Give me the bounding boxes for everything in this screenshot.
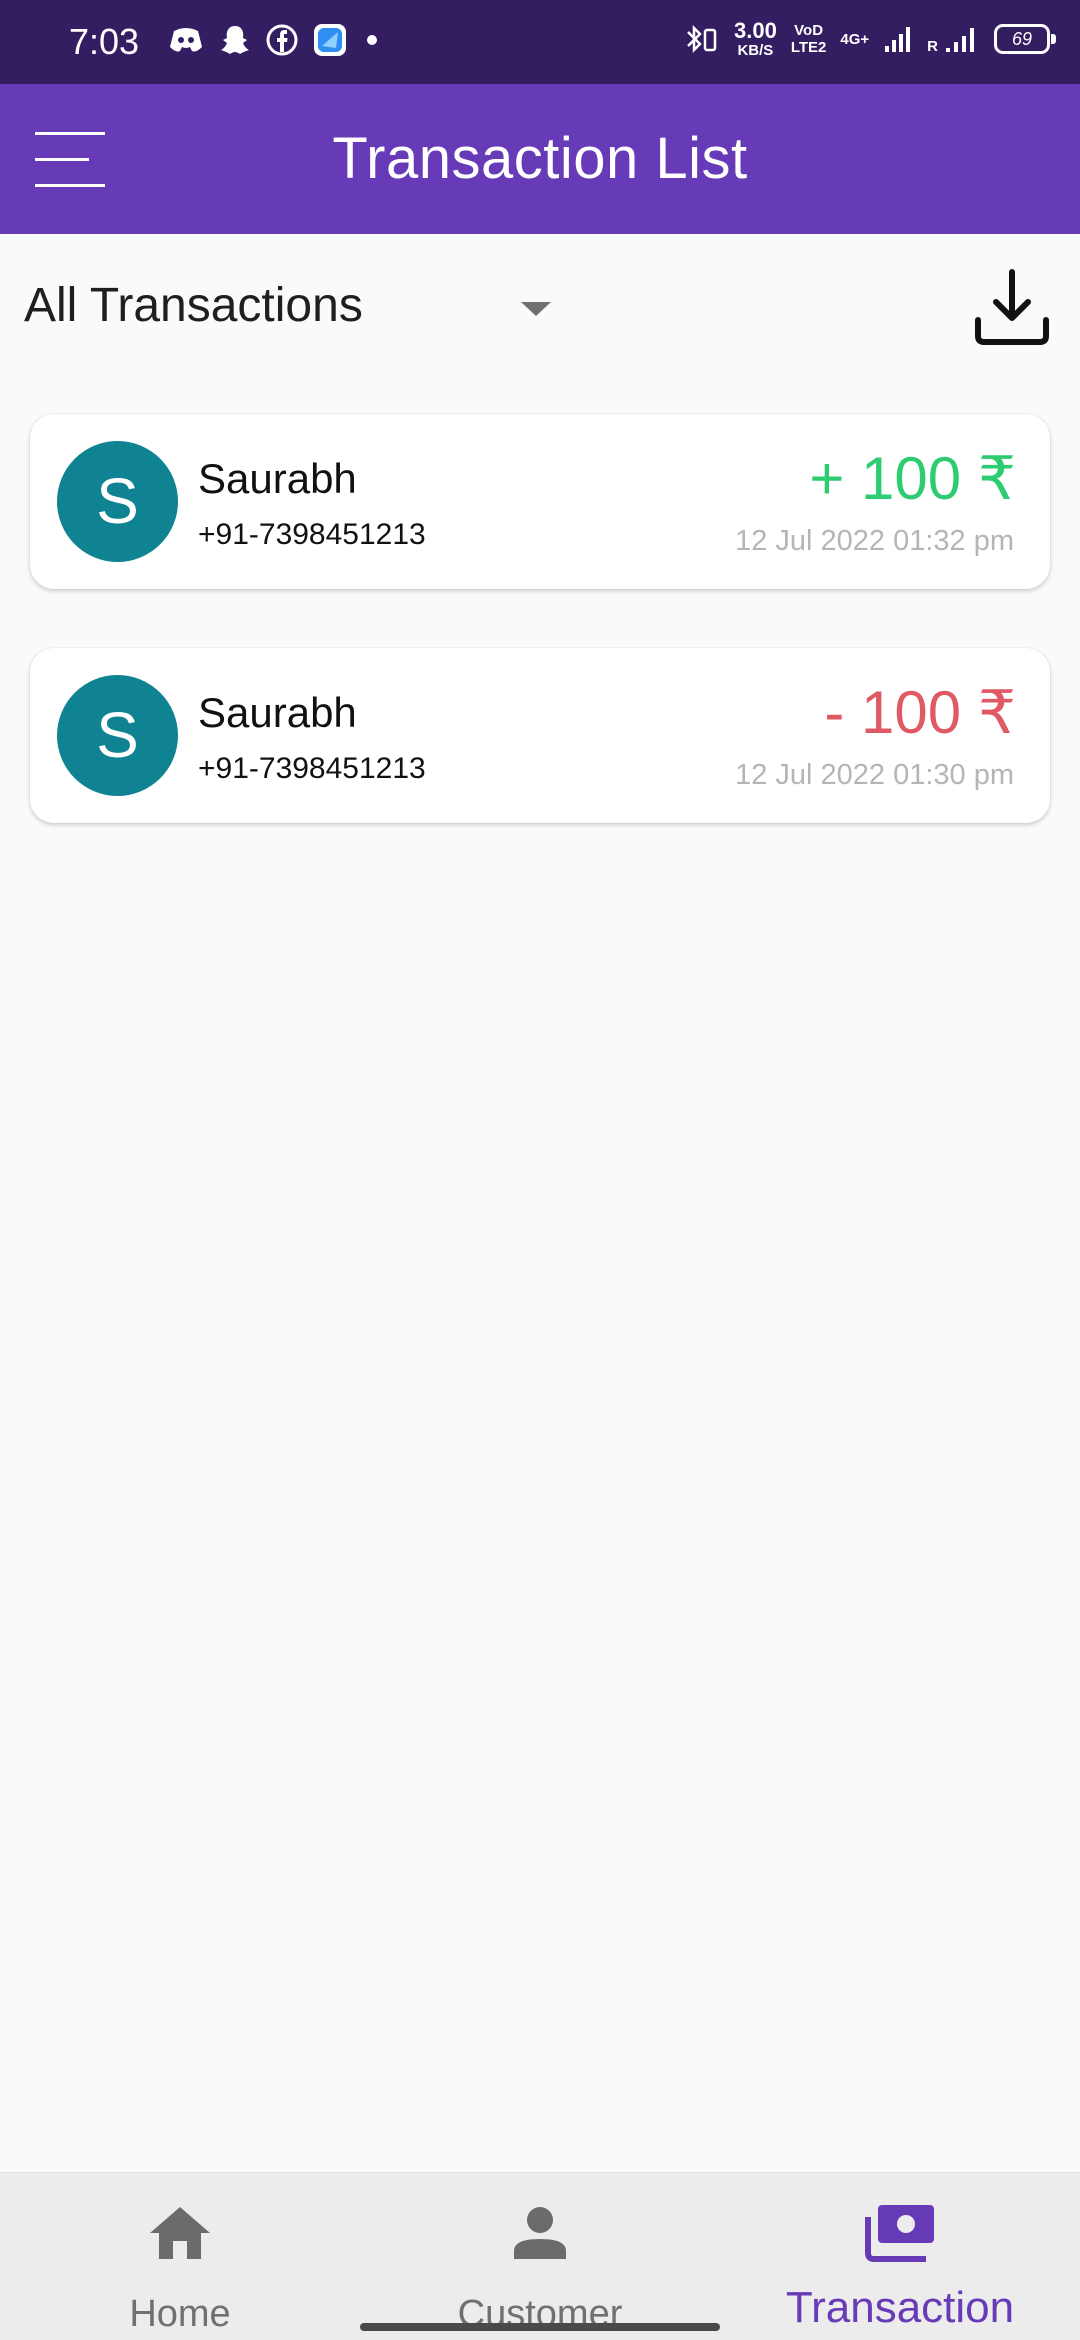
signal-icon-2 xyxy=(944,24,980,54)
battery-icon: 69 xyxy=(994,24,1056,54)
nav-item-home[interactable]: Home xyxy=(0,2173,360,2340)
filter-selected-value: All Transactions xyxy=(24,279,363,332)
transaction-date: 12 Jul 2022 01:32 pm xyxy=(735,525,1014,557)
roaming-label: R xyxy=(927,37,938,55)
nav-item-transaction[interactable]: Transaction xyxy=(720,2173,1080,2340)
status-time: 7:03 xyxy=(69,21,140,62)
customer-phone: +91-7398451213 xyxy=(198,518,426,551)
transaction-filter-dropdown[interactable]: All Transactions xyxy=(24,274,564,344)
net-speed-unit: KB/S xyxy=(737,42,774,59)
notification-icons xyxy=(168,22,382,58)
customer-name: Saurabh xyxy=(198,455,357,502)
customer-name: Saurabh xyxy=(198,689,357,736)
app-bar: Transaction List xyxy=(0,84,1080,234)
nav-label-transaction: Transaction xyxy=(785,2283,1015,2332)
network-type: 4G+ xyxy=(840,30,870,48)
bluetooth-icon xyxy=(684,22,720,56)
volte-indicator: VoD LTE2 xyxy=(791,22,827,56)
home-icon xyxy=(148,2203,212,2263)
net-speed: 3.00 KB/S xyxy=(733,18,777,59)
transaction-amount: + 100 ₹ xyxy=(809,445,1016,512)
dot-icon xyxy=(362,30,382,50)
dropdown-arrow-icon xyxy=(519,300,553,323)
volte-top: VoD xyxy=(794,22,824,39)
payments-icon xyxy=(864,2203,936,2263)
gesture-navigation-bar[interactable] xyxy=(360,2323,720,2331)
volte-bottom: LTE2 xyxy=(790,39,827,56)
app-icon xyxy=(312,22,348,58)
nav-item-customer[interactable]: Customer xyxy=(360,2173,720,2340)
page-title: Transaction List xyxy=(332,126,748,191)
facebook-icon xyxy=(266,24,298,56)
person-icon xyxy=(510,2203,570,2263)
avatar: S xyxy=(57,441,178,562)
snapchat-icon xyxy=(218,23,252,57)
download-icon xyxy=(970,266,1054,350)
discord-icon xyxy=(168,25,204,55)
nav-label-home: Home xyxy=(129,2293,231,2335)
signal-icon xyxy=(883,24,913,54)
screen: 7:03 3.00 KB/S VoD LTE2 4G+ R 69 Transac… xyxy=(0,0,1080,2340)
customer-phone: +91-7398451213 xyxy=(198,752,426,785)
filter-row: All Transactions xyxy=(0,234,1080,384)
transaction-card[interactable]: S Saurabh +91-7398451213 + 100 ₹ 12 Jul … xyxy=(30,414,1050,589)
download-button[interactable] xyxy=(970,266,1054,350)
status-bar: 7:03 3.00 KB/S VoD LTE2 4G+ R 69 xyxy=(0,0,1080,84)
transaction-card[interactable]: S Saurabh +91-7398451213 - 100 ₹ 12 Jul … xyxy=(30,648,1050,823)
transaction-amount: - 100 ₹ xyxy=(824,679,1016,746)
bottom-navigation: Home Customer Transaction xyxy=(0,2172,1080,2340)
net-speed-value: 3.00 xyxy=(733,18,777,43)
transaction-date: 12 Jul 2022 01:30 pm xyxy=(735,759,1014,791)
avatar: S xyxy=(57,675,178,796)
status-right: 3.00 KB/S VoD LTE2 4G+ R 69 xyxy=(684,18,1056,59)
